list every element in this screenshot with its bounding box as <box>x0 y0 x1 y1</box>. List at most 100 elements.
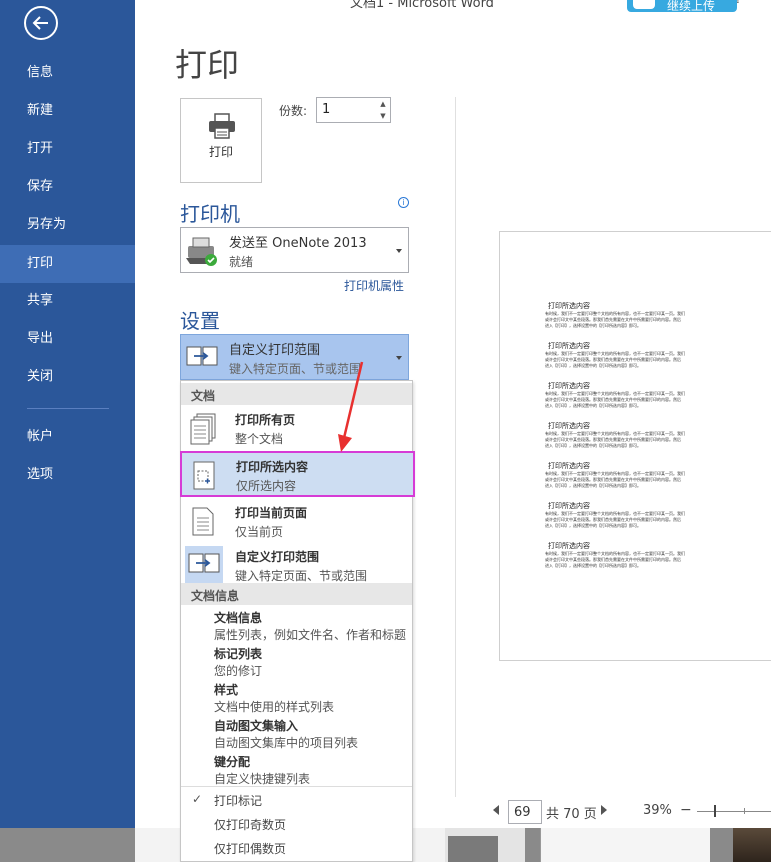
option-title: 键分配 <box>214 755 251 769</box>
preview-line: 进入【打印】，选择设置中的【打印所选内容】即可。 <box>545 403 641 408</box>
zoom-level[interactable]: 39% <box>643 803 672 818</box>
group-header-document: 文档 <box>181 383 412 405</box>
print-range-dropdown: 文档 打印所有页 整个文档 打印所选内容 仅所选内容 打印当前页面 仅当前页 自… <box>180 380 415 862</box>
back-arrow-icon[interactable] <box>24 6 58 40</box>
copies-input[interactable]: 1 ▲ ▼ <box>316 97 391 123</box>
option-label: 打印标记 <box>214 794 263 808</box>
zoom-out-icon[interactable]: − <box>680 802 692 818</box>
copies-spinner[interactable]: ▲ ▼ <box>376 98 390 122</box>
backstage-nav: 信息 新建 打开 保存 另存为 打印 共享 导出 关闭 帐户 选项 <box>0 0 135 828</box>
annotation-arrow-icon <box>338 361 364 452</box>
chevron-down-icon <box>396 356 402 360</box>
option-label: 仅打印偶数页 <box>214 842 287 856</box>
option-print-even-pages[interactable]: 仅打印偶数页 <box>181 837 412 861</box>
option-desc: 您的修订 <box>214 664 263 678</box>
preview-line: 进入【打印】，选择设置中的【打印所选内容】即可。 <box>545 363 641 368</box>
zoom-slider-thumb[interactable] <box>714 805 716 817</box>
print-range-select[interactable]: 自定义打印范围 键入特定页面、节或范围 <box>180 334 409 380</box>
onenote-printer-icon <box>184 234 220 272</box>
copies-value: 1 <box>322 102 331 117</box>
help-icon[interactable]: ? <box>735 0 741 6</box>
preview-paragraph: 打印所选内容 有时候，我们不一定要打印整个文档的所有内容，也不一定要打印某一页。我… <box>545 542 765 569</box>
option-desc: 整个文档 <box>235 432 284 446</box>
option-markup-list[interactable]: 标记列表 您的修订 <box>181 643 412 679</box>
option-desc: 文档中使用的样式列表 <box>214 700 335 714</box>
preview-paragraph: 打印所选内容 有时候，我们不一定要打印整个文档的所有内容，也不一定要打印某一页。我… <box>545 302 765 329</box>
zoom-slider[interactable] <box>697 811 771 812</box>
printer-properties-link[interactable]: 打印机属性 <box>344 277 404 294</box>
dropdown-divider <box>181 786 412 787</box>
preview-paragraph: 打印所选内容 有时候，我们不一定要打印整个文档的所有内容，也不一定要打印某一页。我… <box>545 422 765 449</box>
nav-item-save[interactable]: 保存 <box>0 169 135 205</box>
printer-name: 发送至 OneNote 2013 <box>229 236 367 251</box>
nav-item-close[interactable]: 关闭 <box>0 359 135 395</box>
option-print-all-pages[interactable]: 打印所有页 整个文档 <box>181 406 412 450</box>
option-desc: 键入特定页面、节或范围 <box>235 569 368 583</box>
option-title: 自定义打印范围 <box>235 550 320 564</box>
option-title: 样式 <box>214 683 239 697</box>
print-button-label: 打印 <box>208 145 233 159</box>
preview-heading: 打印所选内容 <box>548 462 590 470</box>
background-upload-icon <box>448 836 498 862</box>
option-styles[interactable]: 样式 文档中使用的样式列表 <box>181 679 412 715</box>
nav-item-save-as[interactable]: 另存为 <box>0 207 135 243</box>
custom-range-icon <box>185 343 219 375</box>
background-page <box>540 828 710 862</box>
copies-label: 份数: <box>279 104 308 118</box>
all-pages-icon <box>189 412 219 450</box>
option-title: 打印所选内容 <box>236 460 309 474</box>
option-key-assignments[interactable]: 键分配 自定义快捷键列表 <box>181 751 412 787</box>
nav-item-new[interactable]: 新建 <box>0 93 135 129</box>
option-print-current-page[interactable]: 打印当前页面 仅当前页 <box>181 499 412 543</box>
preview-heading: 打印所选内容 <box>548 542 590 550</box>
preview-heading: 打印所选内容 <box>548 422 590 430</box>
current-page-icon <box>189 505 219 543</box>
chevron-down-icon <box>396 249 402 253</box>
option-custom-range[interactable]: 自定义打印范围 键入特定页面、节或范围 <box>181 543 412 587</box>
option-title: 文档信息 <box>214 611 263 625</box>
option-print-selection[interactable]: 打印所选内容 仅所选内容 <box>180 451 415 497</box>
nav-item-share[interactable]: 共享 <box>0 283 135 319</box>
page-total: 共 70 页 <box>546 807 597 822</box>
custom-range-icon <box>185 546 223 584</box>
option-print-odd-pages[interactable]: 仅打印奇数页 <box>181 813 412 837</box>
option-print-markup[interactable]: ✓ 打印标记 <box>181 789 412 813</box>
preview-heading: 打印所选内容 <box>548 382 590 390</box>
nav-item-print[interactable]: 打印 <box>0 245 135 283</box>
zoom-slider-tick <box>744 808 745 814</box>
option-desc: 仅所选内容 <box>236 479 297 493</box>
group-header-document-info: 文档信息 <box>181 583 412 605</box>
printer-section-title: 打印机 <box>180 202 240 226</box>
nav-item-options[interactable]: 选项 <box>0 457 135 493</box>
preview-heading: 打印所选内容 <box>548 302 590 310</box>
nav-item-export[interactable]: 导出 <box>0 321 135 357</box>
option-title: 打印所有页 <box>235 413 296 427</box>
option-desc: 属性列表，例如文件名、作者和标题 <box>214 628 407 642</box>
option-desc: 自定义快捷键列表 <box>214 772 311 786</box>
upload-button[interactable]: 继续上传 <box>627 0 737 13</box>
preview-paragraph: 打印所选内容 有时候，我们不一定要打印整个文档的所有内容，也不一定要打印某一页。我… <box>545 382 765 409</box>
settings-section-title: 设置 <box>180 309 220 333</box>
previous-page-icon[interactable] <box>493 805 499 815</box>
preview-line: 进入【打印】，选择设置中的【打印所选内容】即可。 <box>545 323 641 328</box>
next-page-icon[interactable] <box>601 805 607 815</box>
nav-item-info[interactable]: 信息 <box>0 55 135 91</box>
printer-select[interactable]: 发送至 OneNote 2013 就绪 <box>180 227 409 273</box>
nav-divider <box>27 408 109 409</box>
print-button[interactable]: 打印 <box>180 98 262 183</box>
option-document-info[interactable]: 文档信息 属性列表，例如文件名、作者和标题 <box>181 607 412 643</box>
option-title: 打印当前页面 <box>235 506 308 520</box>
preview-divider <box>455 97 456 797</box>
preview-paragraph: 打印所选内容 有时候，我们不一定要打印整个文档的所有内容，也不一定要打印某一页。我… <box>545 462 765 489</box>
nav-item-open[interactable]: 打开 <box>0 131 135 167</box>
title-bar: 文档1 - Microsoft Word 继续上传 ? <box>135 0 771 14</box>
background-image <box>733 828 771 862</box>
info-icon[interactable]: i <box>398 197 409 208</box>
page-number-input[interactable]: 69 <box>508 800 542 824</box>
selection-icon <box>190 459 220 497</box>
printer-icon <box>208 113 236 143</box>
preview-line: 进入【打印】，选择设置中的【打印所选内容】即可。 <box>545 483 641 488</box>
preview-line: 进入【打印】，选择设置中的【打印所选内容】即可。 <box>545 563 641 568</box>
option-autotext[interactable]: 自动图文集输入 自动图文集库中的项目列表 <box>181 715 412 751</box>
nav-item-account[interactable]: 帐户 <box>0 419 135 455</box>
